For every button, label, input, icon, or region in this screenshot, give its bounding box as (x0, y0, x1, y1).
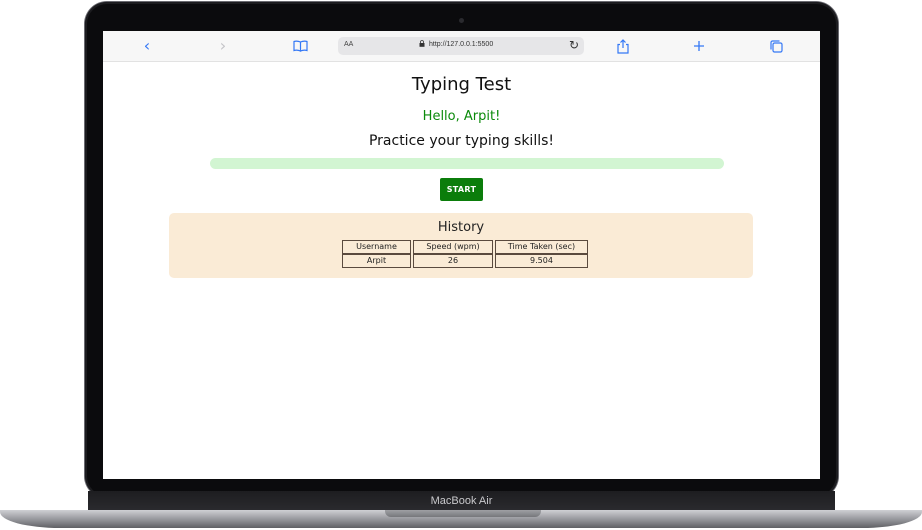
progress-bar (210, 158, 724, 169)
history-panel: History Username Speed (wpm) Time Taken … (169, 213, 753, 278)
subtitle-text: Practice your typing skills! (368, 133, 555, 149)
address-bar[interactable]: AA http://127.0.0.1:5500 ↻ (338, 37, 584, 55)
lock-icon (419, 40, 425, 49)
text-size-button[interactable]: AA (344, 41, 353, 48)
table-header-row: Username Speed (wpm) Time Taken (sec) (342, 240, 588, 254)
camera-icon (459, 18, 464, 23)
page-content: Typing Test Hello, Arpit! Practice your … (103, 62, 820, 479)
column-header-username: Username (342, 240, 411, 254)
history-table: Username Speed (wpm) Time Taken (sec) Ar… (340, 240, 590, 268)
cell-time: 9.504 (495, 254, 588, 268)
bookmarks-icon[interactable] (290, 36, 310, 56)
forward-icon[interactable]: › (213, 36, 233, 56)
browser-toolbar: ‹ › AA http://127.0.0.1:5500 ↻ (103, 31, 820, 62)
laptop-notch (385, 510, 541, 517)
back-icon[interactable]: ‹ (137, 36, 157, 56)
greeting-text: Hello, Arpit! (422, 109, 501, 124)
reload-icon[interactable]: ↻ (569, 38, 579, 52)
share-icon[interactable] (613, 36, 633, 56)
model-label: MacBook Air (430, 495, 493, 507)
cell-speed: 26 (413, 254, 493, 268)
column-header-speed: Speed (wpm) (413, 240, 493, 254)
start-button[interactable]: START (440, 178, 483, 201)
page-title: Typing Test (411, 74, 512, 95)
cell-username: Arpit (342, 254, 411, 268)
column-header-time: Time Taken (sec) (495, 240, 588, 254)
history-title: History (437, 220, 485, 235)
table-row: Arpit 26 9.504 (342, 254, 588, 268)
browser-screen: ‹ › AA http://127.0.0.1:5500 ↻ Typing Te… (103, 31, 820, 479)
url-text: http://127.0.0.1:5500 (429, 41, 494, 48)
tabs-icon[interactable] (766, 36, 786, 56)
new-tab-icon[interactable] (689, 36, 709, 56)
